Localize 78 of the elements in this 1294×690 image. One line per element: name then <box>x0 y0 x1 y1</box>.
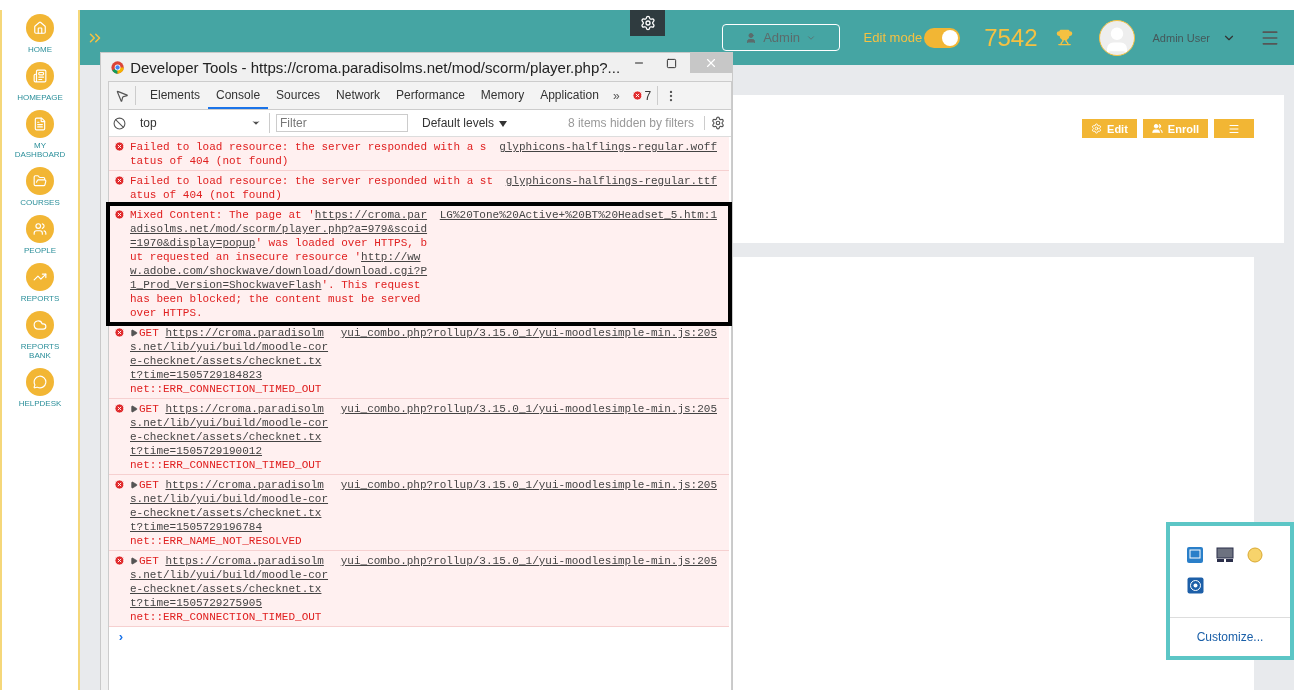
source-link[interactable]: yui_combo.php?rollup/3.15.0_1/yui-moodlesimple-min.js:205 <box>340 554 717 568</box>
expand-triangle-icon[interactable] <box>130 481 138 489</box>
request-line[interactable]: GET https://croma.paradisolms.net/lib/yui/build/moodle-core-checknet/assets/checknet.txt?time=1505729196784 <box>130 478 331 534</box>
error-icon <box>114 141 125 152</box>
levels-dropdown[interactable]: Default levels <box>416 115 514 131</box>
settings-button[interactable] <box>630 10 665 36</box>
hidden-items-note: 8 items hidden by filters <box>567 116 694 130</box>
error-code: net::ERR_CONNECTION_TIMED_OUT <box>130 382 323 396</box>
expand-triangle-icon[interactable] <box>130 329 138 337</box>
folder-icon <box>33 174 47 188</box>
document-icon <box>33 117 47 131</box>
filter-field[interactable]: Filter <box>276 114 408 132</box>
error-icon <box>631 90 643 101</box>
people-icon <box>1151 123 1163 134</box>
console-message: Failed to load resource: the server responded with a status of 404 (not found) <box>130 140 488 168</box>
monitor-icon[interactable] <box>1216 547 1234 563</box>
error-icon <box>114 175 125 186</box>
customize-link[interactable]: Customize... <box>1170 618 1290 656</box>
request-line[interactable]: GET https://croma.paradisolms.net/lib/yui/build/moodle-core-checknet/assets/checknet.txt?time=1505729275905 <box>130 554 331 610</box>
source-link[interactable]: yui_combo.php?rollup/3.15.0_1/yui-moodlesimple-min.js:205 <box>340 402 717 416</box>
error-icon <box>114 479 125 490</box>
error-code: net::ERR_NAME_NOT_RESOLVED <box>130 534 303 548</box>
house-icon <box>33 21 47 35</box>
devtools-tab[interactable]: Console <box>208 82 269 109</box>
caret-icon <box>251 118 261 128</box>
browser-logo-icon <box>111 59 125 75</box>
console-message: Mixed Content: The page at 'https://croma.paradisolms.net/mod/scorm/player.php?a=979&scoid=1970&display=popup' was loaded over HTTPS, but requested an insecure resource 'http://www.adobe.com/shockwave/download/download.cgi?P1_Prod_Version=ShockwaveFlash'. This request has been blocked; the content must be served over HTTPS. <box>130 208 429 320</box>
devtools-tab[interactable]: Memory <box>472 82 533 109</box>
gear-icon <box>1091 123 1103 134</box>
devtools-tab[interactable]: Application <box>532 82 607 109</box>
devtools-tab[interactable]: Performance <box>388 82 473 109</box>
devtools-tab[interactable]: Sources <box>268 82 329 109</box>
user-icon <box>745 31 758 44</box>
cloud-icon <box>33 318 47 332</box>
window-title: Developer Tools - https://croma.paradisolms.net/mod/scorm/player.php?... <box>130 58 621 76</box>
sidebar-item[interactable]: REPORTS BANK <box>10 311 70 360</box>
sidebar-item[interactable]: MY DASHBOARD <box>10 110 70 159</box>
edit-mode-label: Edit mode <box>863 30 923 45</box>
points-count: 7542 <box>984 23 1038 52</box>
sidebar-item[interactable]: HOMEPAGE <box>10 62 70 102</box>
error-code: net::ERR_CONNECTION_TIMED_OUT <box>130 458 323 472</box>
devtools-tab[interactable]: Network <box>328 82 389 109</box>
source-link[interactable]: yui_combo.php?rollup/3.15.0_1/yui-moodlesimple-min.js:205 <box>340 478 717 492</box>
edit-mode-toggle[interactable] <box>924 27 961 48</box>
newspaper-icon <box>33 69 47 83</box>
chat-bubble-icon <box>33 375 47 389</box>
menu-icon <box>1228 122 1240 135</box>
avatar[interactable] <box>1098 19 1135 56</box>
source-link[interactable]: LG%20Tone%20Active+%20BT%20Headset_5.htm:1 <box>439 208 717 222</box>
people-icon <box>33 222 47 236</box>
source-link[interactable]: glyphicons-halflings-regular.ttf <box>505 174 717 188</box>
expand-triangle-icon[interactable] <box>130 557 138 565</box>
sidebar-item[interactable]: PEOPLE <box>10 215 70 255</box>
sidebar-item[interactable]: HOME <box>10 14 70 54</box>
clear-console-icon[interactable] <box>113 116 126 130</box>
settings-icon <box>639 15 656 31</box>
error-icon <box>114 327 125 338</box>
request-line[interactable]: GET https://croma.paradisolms.net/lib/yui/build/moodle-core-checknet/assets/checknet.txt?time=1505729190012 <box>130 402 331 458</box>
trophy-icon <box>1055 29 1073 46</box>
console-message: Failed to load resource: the server responded with a status of 404 (not found) <box>130 174 495 202</box>
error-code: net::ERR_CONNECTION_TIMED_OUT <box>130 610 323 624</box>
error-icon <box>114 403 125 414</box>
request-line[interactable]: GET https://croma.paradisolms.net/lib/yui/build/moodle-core-checknet/assets/checknet.txt?time=1505729184823 <box>130 326 331 382</box>
source-link[interactable]: glyphicons-halflings-regular.woff <box>499 140 717 154</box>
more-tabs-button[interactable]: » <box>606 82 626 109</box>
maximize-icon <box>665 57 677 69</box>
caret-icon <box>499 121 508 127</box>
devtools-tab[interactable]: Elements <box>142 82 209 109</box>
error-icon <box>114 209 125 220</box>
sidebar-item[interactable]: REPORTS <box>10 263 70 303</box>
expand-triangle-icon[interactable] <box>130 405 138 413</box>
console-prompt[interactable]: › <box>109 627 133 649</box>
context-select[interactable]: top <box>132 113 270 133</box>
error-icon <box>114 555 125 566</box>
sidebar-item[interactable]: COURSES <box>10 167 70 207</box>
sidebar-item[interactable]: HELPDESK <box>10 368 70 408</box>
source-link[interactable]: yui_combo.php?rollup/3.15.0_1/yui-moodlesimple-min.js:205 <box>340 326 717 340</box>
error-count[interactable]: 7 <box>625 82 658 109</box>
